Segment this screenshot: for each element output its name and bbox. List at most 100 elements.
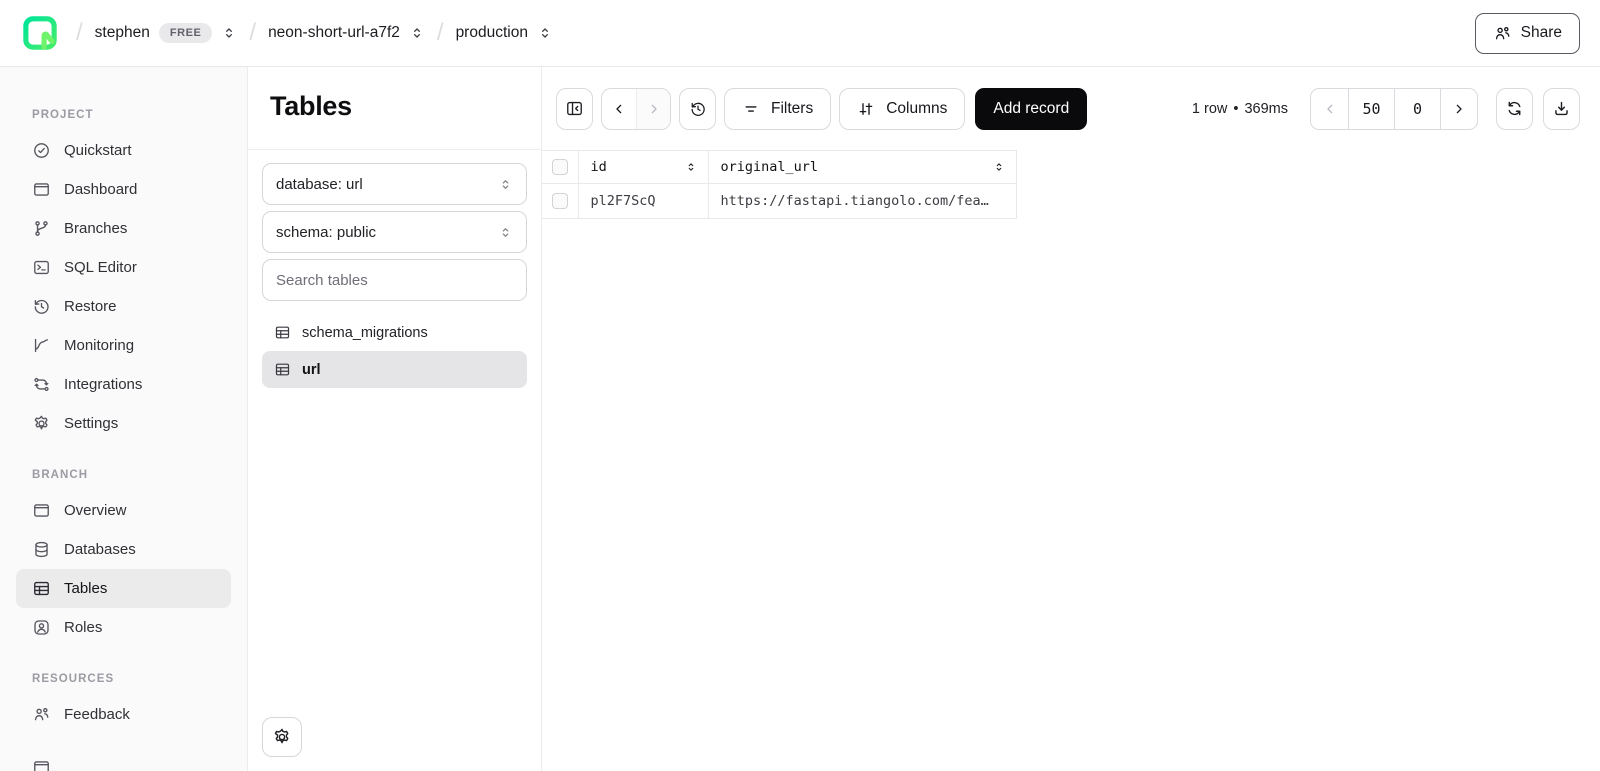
columns-button[interactable]: Columns <box>839 88 965 130</box>
sidebar-item-label: Integrations <box>64 376 142 393</box>
cell-value: https://fastapi.tiangolo.com/fea… <box>721 193 989 209</box>
history-icon <box>689 100 707 118</box>
cell-original-url[interactable]: https://fastapi.tiangolo.com/fea… <box>708 184 1016 219</box>
chevron-up-down-icon[interactable] <box>537 25 553 41</box>
sidebar-item-branches[interactable]: Branches <box>16 209 231 248</box>
sidebar-item-label: SQL Editor <box>64 259 137 276</box>
window-icon <box>32 758 51 771</box>
search-tables-input[interactable] <box>262 259 527 301</box>
schema-select[interactable]: schema: public <box>262 211 527 253</box>
table-toolbar: Filters Columns Add record 1 row • 369ms <box>542 67 1600 150</box>
breadcrumb-project[interactable]: neon-short-url-a7f2 <box>268 24 425 42</box>
add-record-button[interactable]: Add record <box>975 88 1087 130</box>
row-checkbox[interactable] <box>552 193 568 209</box>
download-icon <box>1552 99 1571 118</box>
page-size-value[interactable]: 50 <box>1348 89 1394 129</box>
chevron-up-down-icon <box>498 225 513 240</box>
panel-settings-button[interactable] <box>262 717 302 757</box>
main-content: Filters Columns Add record 1 row • 369ms <box>542 67 1600 771</box>
page-offset-value[interactable]: 0 <box>1394 89 1440 129</box>
sidebar-item-quickstart[interactable]: Quickstart <box>16 131 231 170</box>
cell-id[interactable]: pl2F7ScQ <box>578 184 708 219</box>
result-status: 1 row • 369ms <box>1192 101 1288 117</box>
table-list-item-schema-migrations[interactable]: schema_migrations <box>262 314 527 351</box>
sidebar-item-integrations[interactable]: Integrations <box>16 365 231 404</box>
sidebar-item-partial[interactable] <box>16 748 231 771</box>
sidebar-item-label: Overview <box>64 502 127 519</box>
sidebar-item-restore[interactable]: Restore <box>16 287 231 326</box>
filter-icon <box>742 100 760 118</box>
chevron-left-icon <box>1322 101 1338 117</box>
branch-name: production <box>456 24 528 42</box>
sidebar-section-resources: RESOURCES <box>32 673 215 685</box>
database-select[interactable]: database: url <box>262 163 527 205</box>
schema-select-value: schema: public <box>276 224 376 241</box>
table-list-item-url[interactable]: url <box>262 351 527 388</box>
breadcrumb-org[interactable]: stephen FREE <box>95 23 238 43</box>
sidebar-item-overview[interactable]: Overview <box>16 491 231 530</box>
sidebar-item-databases[interactable]: Databases <box>16 530 231 569</box>
history-nav-group <box>601 88 671 130</box>
refresh-icon <box>1505 99 1524 118</box>
cell-value: pl2F7ScQ <box>591 193 656 209</box>
top-bar: / stephen FREE / neon-short-url-a7f2 / p… <box>0 0 1600 67</box>
data-grid: id original_url <box>542 150 1600 771</box>
query-history-button[interactable] <box>679 88 716 130</box>
sidebar-item-sql-editor[interactable]: SQL Editor <box>16 248 231 287</box>
filters-button[interactable]: Filters <box>724 88 831 130</box>
sidebar-item-label: Restore <box>64 298 117 315</box>
chevron-up-down-icon[interactable] <box>409 25 425 41</box>
gear-icon <box>272 727 292 747</box>
sidebar-item-label: Feedback <box>64 706 130 723</box>
project-name: neon-short-url-a7f2 <box>268 24 400 42</box>
git-branch-icon <box>32 219 51 238</box>
back-button[interactable] <box>602 89 636 129</box>
table-icon <box>274 324 291 341</box>
neon-logo-icon[interactable] <box>22 15 58 51</box>
sidebar-item-label: Tables <box>64 580 107 597</box>
refresh-button[interactable] <box>1496 88 1533 130</box>
tables-panel: Tables database: url schema: public sche… <box>248 67 542 771</box>
breadcrumb-branch[interactable]: production <box>456 24 553 42</box>
row-checkbox-cell <box>542 184 578 219</box>
table-header-row: id original_url <box>542 151 1016 184</box>
sidebar-section-project: PROJECT <box>32 109 215 121</box>
terminal-square-icon <box>32 258 51 277</box>
share-button[interactable]: Share <box>1475 13 1580 54</box>
panel-collapse-icon <box>565 99 584 118</box>
users-icon <box>32 705 51 724</box>
breadcrumb-separator: / <box>249 19 256 47</box>
collapse-panel-button[interactable] <box>556 88 593 130</box>
share-button-label: Share <box>1521 24 1562 42</box>
sidebar-item-settings[interactable]: Settings <box>16 404 231 443</box>
sidebar-item-roles[interactable]: Roles <box>16 608 231 647</box>
chevron-right-icon <box>1451 101 1467 117</box>
select-all-checkbox[interactable] <box>552 159 568 175</box>
users-icon <box>1493 24 1512 43</box>
export-button[interactable] <box>1543 88 1580 130</box>
page-next-button[interactable] <box>1440 89 1477 129</box>
chevron-up-down-icon <box>498 177 513 192</box>
page-prev-button[interactable] <box>1311 89 1348 129</box>
sidebar-item-dashboard[interactable]: Dashboard <box>16 170 231 209</box>
columns-button-label: Columns <box>886 100 947 118</box>
column-header-id[interactable]: id <box>578 151 708 184</box>
sidebar-item-monitoring[interactable]: Monitoring <box>16 326 231 365</box>
chevron-up-down-icon[interactable] <box>221 25 237 41</box>
column-header-original-url[interactable]: original_url <box>708 151 1016 184</box>
chevron-left-icon <box>611 101 627 117</box>
table-name: url <box>302 362 321 378</box>
sort-icon[interactable] <box>992 160 1006 174</box>
plan-badge: FREE <box>159 23 213 43</box>
sidebar-item-feedback[interactable]: Feedback <box>16 695 231 734</box>
chart-line-icon <box>32 336 51 355</box>
breadcrumb-separator: / <box>437 19 444 47</box>
database-select-value: database: url <box>276 176 363 193</box>
sliders-icon <box>857 100 875 118</box>
sidebar-item-tables[interactable]: Tables <box>16 569 231 608</box>
sort-icon[interactable] <box>684 160 698 174</box>
window-icon <box>32 501 51 520</box>
records-table: id original_url <box>542 150 1017 219</box>
forward-button[interactable] <box>636 89 670 129</box>
sidebar-item-label: Roles <box>64 619 102 636</box>
